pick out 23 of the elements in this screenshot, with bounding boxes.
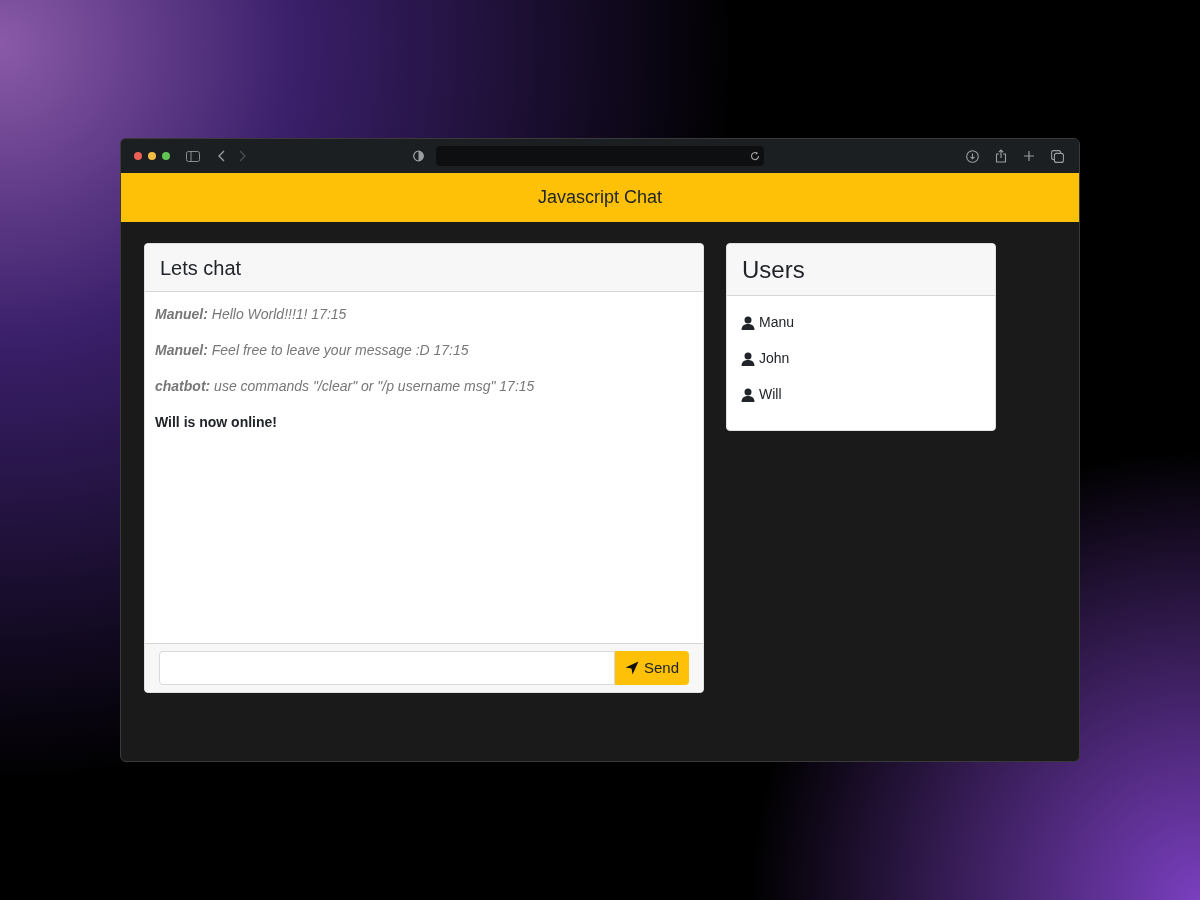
plus-icon[interactable] <box>1023 150 1035 162</box>
back-icon[interactable] <box>218 150 225 162</box>
sidebar-icon[interactable] <box>186 150 200 162</box>
tabs-icon[interactable] <box>1051 149 1064 163</box>
download-icon[interactable] <box>966 149 979 163</box>
users-title: Users <box>742 254 805 285</box>
share-icon[interactable] <box>995 149 1007 163</box>
user-icon <box>741 387 755 402</box>
chat-message: Manuel: Hello World!!!1! 17:15 <box>155 305 348 324</box>
send-button[interactable]: Send <box>614 651 689 685</box>
chat-message: Manuel: Feel free to leave your message :D 17:15 <box>155 341 470 360</box>
message-input[interactable] <box>159 651 615 685</box>
reload-icon[interactable] <box>750 151 760 161</box>
paper-plane-icon <box>624 661 639 675</box>
app-title: Javascript Chat <box>537 186 663 209</box>
user-name: Will <box>759 385 782 404</box>
user-name: John <box>759 349 790 368</box>
chat-message: chatbot: use commands "/clear" or "/p username msg" 17:15 <box>155 377 536 396</box>
user-icon <box>741 351 755 366</box>
user-name: Manu <box>759 313 795 332</box>
chat-title: Lets chat <box>160 255 242 281</box>
status-notice: Will is now online! <box>155 413 278 432</box>
user-icon <box>741 315 755 330</box>
